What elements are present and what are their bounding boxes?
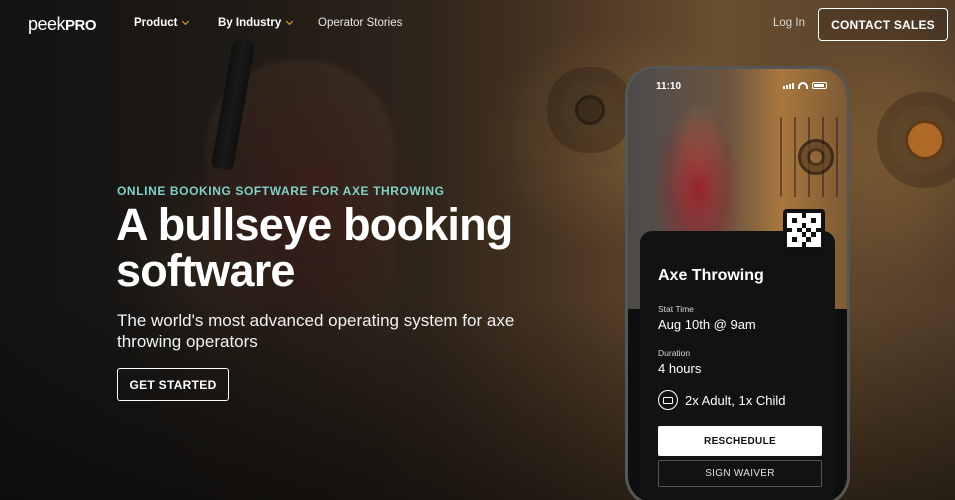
phone-clock: 11:10 — [656, 81, 682, 92]
battery-icon — [812, 82, 827, 89]
nav-by-industry[interactable]: By Industry — [218, 17, 294, 29]
peek-pro-logo[interactable]: peekPRO — [28, 14, 97, 35]
chevron-down-icon — [286, 17, 294, 26]
signal-icon — [783, 82, 794, 89]
nav-operator-stories[interactable]: Operator Stories — [318, 17, 402, 29]
reschedule-button[interactable]: RESCHEDULE — [658, 426, 822, 456]
get-started-button[interactable]: GET STARTED — [117, 368, 229, 401]
target-bullseye — [798, 139, 834, 175]
duration-value: 4 hours — [658, 361, 702, 376]
phone-mockup: 11:10 Axe Throwing Stat Time Aug 10th @ … — [625, 66, 850, 500]
chevron-down-icon — [182, 17, 190, 26]
ticket-icon — [658, 390, 678, 410]
duration-label: Duration — [658, 348, 691, 358]
logo-text: peek — [28, 14, 66, 34]
ticket-summary-text: 2x Adult, 1x Child — [685, 392, 786, 408]
contact-sales-button[interactable]: CONTACT SALES — [818, 8, 948, 41]
phone-status-bar — [783, 82, 827, 89]
nav-by-industry-label: By Industry — [218, 17, 282, 29]
hero-headline: A bullseye booking software — [116, 199, 513, 296]
nav-product-label: Product — [134, 17, 178, 29]
hero-subhead: The world's most advanced operating syst… — [117, 311, 515, 351]
wifi-icon — [798, 82, 808, 89]
qr-code-icon — [783, 209, 825, 251]
phone-target-image — [780, 117, 847, 197]
nav-operator-stories-label: Operator Stories — [318, 17, 403, 29]
ticket-summary: 2x Adult, 1x Child — [658, 390, 785, 410]
hero-eyebrow: ONLINE BOOKING SOFTWARE FOR AXE THROWING — [117, 184, 445, 198]
booking-card: Axe Throwing Stat Time Aug 10th @ 9am Du… — [640, 231, 835, 500]
logo-text-pro: PRO — [65, 17, 97, 34]
sign-waiver-button[interactable]: SIGN WAIVER — [658, 460, 822, 487]
top-nav: peekPRO Product By Industry Operator Sto… — [0, 0, 955, 48]
nav-product[interactable]: Product — [134, 17, 190, 29]
login-link[interactable]: Log In — [773, 17, 805, 29]
start-time-value: Aug 10th @ 9am — [658, 317, 756, 332]
booking-title: Axe Throwing — [658, 267, 764, 284]
start-time-label: Stat Time — [658, 304, 694, 314]
